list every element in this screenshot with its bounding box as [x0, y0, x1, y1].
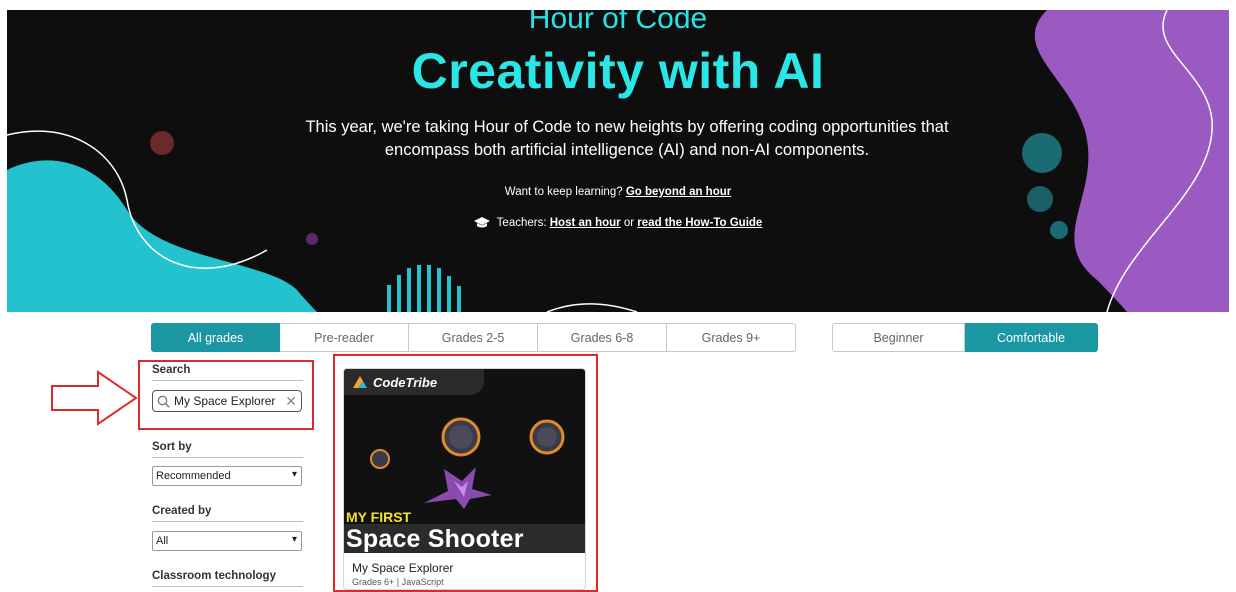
hero-banner: Hour of Code Creativity with AI This yea…: [7, 10, 1229, 312]
red-arrow-annotation: [51, 370, 138, 426]
go-beyond-link[interactable]: Go beyond an hour: [626, 186, 731, 198]
tab-grades-9-plus[interactable]: Grades 9+: [667, 323, 796, 352]
tab-comfortable[interactable]: Comfortable: [965, 323, 1098, 352]
teachers-or-text: or: [623, 217, 635, 229]
teachers-text: Teachers:: [496, 217, 547, 229]
activity-card[interactable]: CodeTribe MY FIRST Space Shooter My Spac…: [343, 368, 586, 590]
codetribe-brand: CodeTribe: [344, 369, 484, 395]
search-input-value: My Space Explorer: [174, 394, 276, 408]
how-to-guide-link[interactable]: read the How-To Guide: [637, 217, 762, 229]
divider: [152, 586, 303, 587]
tab-beginner[interactable]: Beginner: [832, 323, 965, 352]
tab-grades-2-5[interactable]: Grades 2-5: [409, 323, 538, 352]
card-thumbnail: CodeTribe MY FIRST Space Shooter: [344, 369, 585, 553]
brand-name: CodeTribe: [373, 374, 438, 390]
created-by-label: Created by: [152, 505, 212, 517]
image-caption-small: MY FIRST: [346, 509, 412, 525]
keep-learning-line: Want to keep learning? Go beyond an hour: [7, 186, 1229, 198]
created-by-value: All: [156, 535, 169, 547]
hero-description: This year, we're taking Hour of Code to …: [305, 118, 949, 159]
chevron-down-icon: ▾: [291, 469, 297, 480]
sort-by-label: Sort by: [152, 441, 192, 453]
classroom-technology-label: Classroom technology: [152, 570, 276, 582]
hero-eyebrow: Hour of Code: [528, 10, 708, 35]
search-input[interactable]: My Space Explorer ✕: [152, 390, 302, 412]
divider: [152, 521, 303, 522]
teachers-line: Teachers: Host an hour or read the How-T…: [7, 216, 1229, 229]
tab-all-grades[interactable]: All grades: [151, 323, 280, 352]
created-by-select[interactable]: All ▾: [152, 531, 302, 551]
sort-by-value: Recommended: [156, 470, 231, 482]
chevron-down-icon: ▾: [291, 534, 297, 545]
keep-learning-text: Want to keep learning?: [504, 186, 623, 198]
host-an-hour-link[interactable]: Host an hour: [550, 217, 621, 229]
tab-pre-reader[interactable]: Pre-reader: [280, 323, 409, 352]
image-caption-large: Space Shooter: [346, 525, 524, 553]
sort-by-select[interactable]: Recommended ▾: [152, 466, 302, 486]
card-title: My Space Explorer: [352, 561, 454, 575]
card-meta: Grades 6+ | JavaScript: [352, 577, 444, 587]
divider: [152, 380, 303, 381]
codetribe-logo-icon: [353, 376, 367, 388]
clear-search-icon[interactable]: ✕: [285, 393, 297, 409]
divider: [152, 457, 303, 458]
hero-title: Creativity with AI: [411, 43, 825, 99]
graduation-cap-icon: [473, 217, 490, 228]
grade-filter-tabs: All grades Pre-reader Grades 2-5 Grades …: [151, 323, 796, 352]
search-icon: [157, 395, 170, 408]
level-filter-tabs: Beginner Comfortable: [832, 323, 1098, 352]
search-label: Search: [152, 364, 191, 376]
tab-grades-6-8[interactable]: Grades 6-8: [538, 323, 667, 352]
